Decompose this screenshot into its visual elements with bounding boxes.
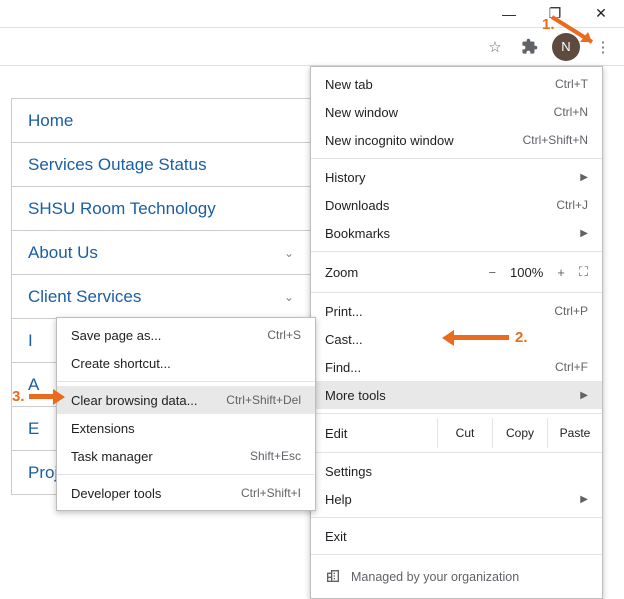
menu-separator: [57, 474, 315, 475]
menu-help[interactable]: Help▶: [311, 485, 602, 513]
chrome-toolbar: ☆ N ⋮: [0, 28, 624, 66]
annotation-label-2: 2.: [515, 329, 528, 346]
sidebar-item-room-tech[interactable]: SHSU Room Technology: [12, 187, 310, 231]
menu-history[interactable]: History▶: [311, 163, 602, 191]
menu-find[interactable]: Find...Ctrl+F: [311, 353, 602, 381]
minimize-button[interactable]: —: [486, 0, 532, 28]
menu-managed-notice[interactable]: Managed by your organization: [311, 559, 602, 595]
annotation-label-3: 3.: [12, 388, 25, 405]
sidebar-item-label: Services Outage Status: [28, 155, 207, 175]
menu-separator: [311, 517, 602, 518]
annotation-arrow-2: 2.: [442, 329, 528, 346]
menu-more-tools[interactable]: More tools▶: [311, 381, 602, 409]
sidebar-item-client-services[interactable]: Client Services ⌄: [12, 275, 310, 319]
submenu-clear-browsing-data[interactable]: Clear browsing data...Ctrl+Shift+Del: [57, 386, 315, 414]
menu-new-window[interactable]: New windowCtrl+N: [311, 98, 602, 126]
menu-downloads[interactable]: DownloadsCtrl+J: [311, 191, 602, 219]
zoom-out-button[interactable]: −: [488, 265, 496, 280]
submenu-developer-tools[interactable]: Developer toolsCtrl+Shift+I: [57, 479, 315, 507]
submenu-arrow-icon: ▶: [580, 228, 588, 239]
sidebar-item-home[interactable]: Home: [12, 99, 310, 143]
menu-separator: [311, 554, 602, 555]
menu-separator: [311, 413, 602, 414]
annotation-arrow-1: [552, 12, 612, 56]
sidebar-item-label: About Us: [28, 243, 98, 263]
menu-print[interactable]: Print...Ctrl+P: [311, 297, 602, 325]
menu-separator: [311, 452, 602, 453]
menu-new-tab[interactable]: New tabCtrl+T: [311, 70, 602, 98]
edit-cut-button[interactable]: Cut: [437, 418, 492, 448]
submenu-arrow-icon: ▶: [580, 494, 588, 505]
menu-separator: [57, 381, 315, 382]
submenu-arrow-icon: ▶: [580, 390, 588, 401]
zoom-value: 100%: [510, 265, 543, 280]
sidebar-item-label: SHSU Room Technology: [28, 199, 216, 219]
menu-separator: [311, 292, 602, 293]
chevron-down-icon: ⌄: [284, 290, 294, 304]
menu-separator: [311, 158, 602, 159]
edit-copy-button[interactable]: Copy: [492, 418, 547, 448]
annotation-label-1: 1.: [542, 16, 555, 33]
sidebar-item-outage[interactable]: Services Outage Status: [12, 143, 310, 187]
submenu-extensions[interactable]: Extensions: [57, 414, 315, 442]
zoom-in-button[interactable]: +: [557, 265, 565, 280]
chevron-down-icon: ⌄: [284, 246, 294, 260]
more-tools-submenu: Save page as...Ctrl+S Create shortcut...…: [56, 317, 316, 511]
sidebar-item-label: E: [28, 419, 39, 439]
menu-zoom: Zoom − 100% + ⛶: [311, 256, 602, 288]
menu-bookmarks[interactable]: Bookmarks▶: [311, 219, 602, 247]
submenu-task-manager[interactable]: Task managerShift+Esc: [57, 442, 315, 470]
edit-paste-button[interactable]: Paste: [547, 418, 602, 448]
sidebar-item-label: Home: [28, 111, 73, 131]
fullscreen-icon[interactable]: ⛶: [579, 264, 588, 280]
extensions-puzzle-icon[interactable]: [518, 36, 540, 58]
sidebar-item-label: Client Services: [28, 287, 141, 307]
annotation-arrow-3: 3.: [12, 388, 65, 405]
menu-exit[interactable]: Exit: [311, 522, 602, 550]
window-controls: — ❐ ✕: [0, 0, 624, 28]
submenu-save-page[interactable]: Save page as...Ctrl+S: [57, 321, 315, 349]
menu-separator: [311, 251, 602, 252]
submenu-arrow-icon: ▶: [580, 172, 588, 183]
menu-new-incognito[interactable]: New incognito windowCtrl+Shift+N: [311, 126, 602, 154]
bookmark-star-icon[interactable]: ☆: [484, 36, 506, 58]
building-icon: [325, 568, 341, 587]
submenu-create-shortcut[interactable]: Create shortcut...: [57, 349, 315, 377]
sidebar-item-label: I: [28, 331, 33, 351]
menu-edit-row: Edit Cut Copy Paste: [311, 418, 602, 448]
sidebar-item-about[interactable]: About Us ⌄: [12, 231, 310, 275]
menu-settings[interactable]: Settings: [311, 457, 602, 485]
